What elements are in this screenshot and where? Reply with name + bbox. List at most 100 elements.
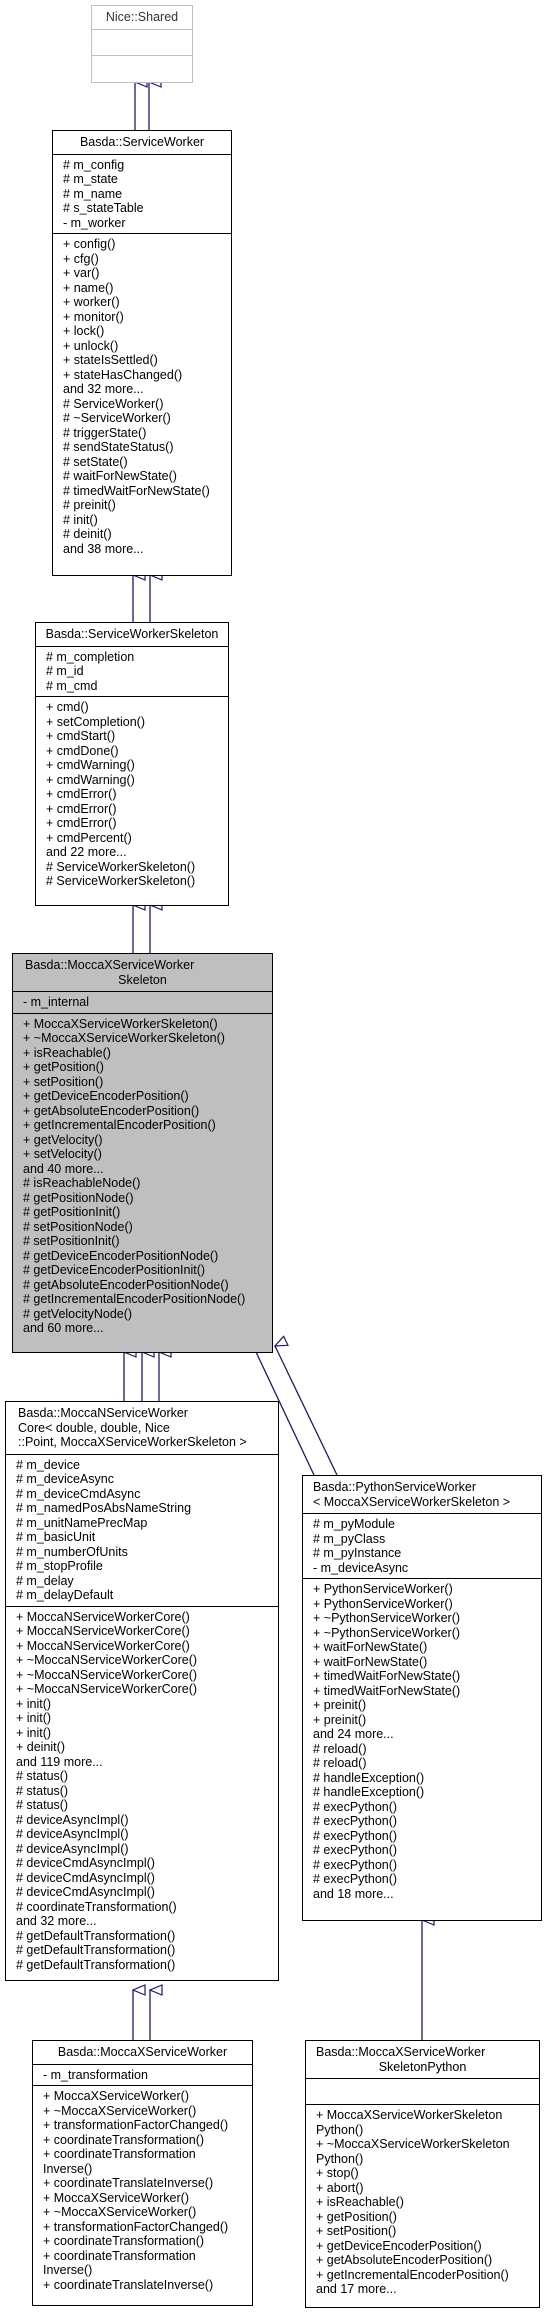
class-nice-shared[interactable]: Nice::Shared: [91, 5, 193, 83]
class-moccax-service-worker-skeleton[interactable]: Basda::MoccaXServiceWorker Skeleton - m_…: [12, 953, 273, 1353]
class-member[interactable]: + getAbsoluteEncoderPosition(): [23, 1104, 266, 1119]
class-member[interactable]: # status(): [16, 1769, 272, 1784]
class-member[interactable]: + cmdPercent(): [46, 831, 222, 846]
class-member[interactable]: + MoccaNServiceWorkerCore(): [16, 1610, 272, 1625]
class-member[interactable]: + timedWaitForNewState(): [313, 1684, 535, 1699]
class-member[interactable]: + worker(): [63, 295, 225, 310]
class-member[interactable]: # getDeviceEncoderPositionInit(): [23, 1263, 266, 1278]
class-member[interactable]: + MoccaNServiceWorkerCore(): [16, 1639, 272, 1654]
class-member[interactable]: # m_delay: [16, 1574, 272, 1589]
class-member[interactable]: + cmdWarning(): [46, 773, 222, 788]
class-member[interactable]: # m_pyClass: [313, 1532, 535, 1547]
class-member[interactable]: # m_name: [63, 187, 225, 202]
class-member[interactable]: + setPosition(): [316, 2224, 535, 2239]
class-member[interactable]: + abort(): [316, 2181, 535, 2196]
class-member[interactable]: + coordinateTranslateInverse(): [43, 2176, 248, 2191]
class-member[interactable]: # triggerState(): [63, 426, 225, 441]
class-member[interactable]: + cmd(): [46, 700, 222, 715]
class-member[interactable]: + PythonServiceWorker(): [313, 1582, 535, 1597]
class-member[interactable]: # ServiceWorkerSkeleton(): [46, 860, 222, 875]
class-member[interactable]: + ~MoccaXServiceWorker(): [43, 2205, 248, 2220]
class-member[interactable]: # execPython(): [313, 1814, 535, 1829]
class-member[interactable]: + setCompletion(): [46, 715, 222, 730]
class-service-worker-skeleton[interactable]: Basda::ServiceWorkerSkeleton # m_complet…: [35, 622, 229, 906]
class-member[interactable]: # execPython(): [313, 1843, 535, 1858]
class-member[interactable]: - m_transformation: [43, 2068, 246, 2083]
class-member[interactable]: # deviceCmdAsyncImpl(): [16, 1856, 272, 1871]
class-member[interactable]: + isReachable(): [23, 1046, 266, 1061]
class-member[interactable]: + preinit(): [313, 1713, 535, 1728]
class-member[interactable]: - m_internal: [23, 995, 266, 1010]
class-member[interactable]: + cmdError(): [46, 816, 222, 831]
class-member[interactable]: + waitForNewState(): [313, 1655, 535, 1670]
class-member[interactable]: + MoccaXServiceWorker(): [43, 2191, 248, 2206]
class-member[interactable]: + init(): [16, 1711, 272, 1726]
class-member[interactable]: + timedWaitForNewState(): [313, 1669, 535, 1684]
class-member[interactable]: # m_unitNamePrecMap: [16, 1516, 272, 1531]
class-member[interactable]: # getDefaultTransformation(): [16, 1958, 272, 1973]
class-member[interactable]: # getPositionInit(): [23, 1205, 266, 1220]
class-member[interactable]: # m_pyInstance: [313, 1546, 535, 1561]
class-member[interactable]: # m_completion: [46, 650, 222, 665]
class-member[interactable]: # deinit(): [63, 527, 225, 542]
class-member[interactable]: # setPositionNode(): [23, 1220, 266, 1235]
class-member[interactable]: # reload(): [313, 1742, 535, 1757]
class-member[interactable]: + config(): [63, 237, 225, 252]
class-member[interactable]: + setPosition(): [23, 1075, 266, 1090]
class-member[interactable]: - m_worker: [63, 216, 225, 231]
class-member[interactable]: + init(): [16, 1726, 272, 1741]
class-member[interactable]: # getDefaultTransformation(): [16, 1943, 272, 1958]
class-member[interactable]: # deviceAsyncImpl(): [16, 1813, 272, 1828]
class-member[interactable]: + ~MoccaNServiceWorkerCore(): [16, 1668, 272, 1683]
class-member[interactable]: # setPositionInit(): [23, 1234, 266, 1249]
class-member[interactable]: + getDeviceEncoderPosition(): [316, 2239, 535, 2254]
class-member[interactable]: + cmdError(): [46, 802, 222, 817]
class-member[interactable]: # m_namedPosAbsNameString: [16, 1501, 272, 1516]
class-member[interactable]: + PythonServiceWorker(): [313, 1597, 535, 1612]
class-member[interactable]: # execPython(): [313, 1858, 535, 1873]
class-member[interactable]: # m_pyModule: [313, 1517, 535, 1532]
class-member[interactable]: + stateHasChanged(): [63, 368, 225, 383]
class-member[interactable]: + ~MoccaNServiceWorkerCore(): [16, 1653, 272, 1668]
class-member[interactable]: # timedWaitForNewState(): [63, 484, 225, 499]
class-member[interactable]: # getIncrementalEncoderPositionNode(): [23, 1292, 266, 1307]
class-member[interactable]: # handleException(): [313, 1785, 535, 1800]
class-member[interactable]: + init(): [16, 1697, 272, 1712]
class-member[interactable]: + setVelocity(): [23, 1147, 266, 1162]
class-member[interactable]: + deinit(): [16, 1740, 272, 1755]
class-moccax-service-worker[interactable]: Basda::MoccaXServiceWorker - m_transform…: [32, 2040, 253, 2306]
class-member[interactable]: + transformationFactorChanged(): [43, 2220, 248, 2235]
class-member[interactable]: # m_cmd: [46, 679, 222, 694]
class-member[interactable]: + isReachable(): [316, 2195, 535, 2210]
class-member[interactable]: + getPosition(): [23, 1060, 266, 1075]
class-member[interactable]: # setState(): [63, 455, 225, 470]
class-member[interactable]: + cmdDone(): [46, 744, 222, 759]
class-member[interactable]: + var(): [63, 266, 225, 281]
class-member[interactable]: # waitForNewState(): [63, 469, 225, 484]
class-member[interactable]: + coordinateTransformation Inverse(): [43, 2249, 248, 2278]
class-member[interactable]: + getDeviceEncoderPosition(): [23, 1089, 266, 1104]
class-member[interactable]: # sendStateStatus(): [63, 440, 225, 455]
class-member[interactable]: # m_delayDefault: [16, 1588, 272, 1603]
class-member[interactable]: + MoccaXServiceWorkerSkeleton Python(): [316, 2108, 535, 2137]
class-member[interactable]: + preinit(): [313, 1698, 535, 1713]
class-member[interactable]: # execPython(): [313, 1872, 535, 1887]
class-member[interactable]: + waitForNewState(): [313, 1640, 535, 1655]
class-member[interactable]: # handleException(): [313, 1771, 535, 1786]
class-member[interactable]: # m_numberOfUnits: [16, 1545, 272, 1560]
class-member[interactable]: # execPython(): [313, 1829, 535, 1844]
class-member[interactable]: + ~MoccaXServiceWorker(): [43, 2104, 248, 2119]
class-member[interactable]: # ServiceWorker(): [63, 397, 225, 412]
class-member[interactable]: + MoccaNServiceWorkerCore(): [16, 1624, 272, 1639]
class-member[interactable]: # m_basicUnit: [16, 1530, 272, 1545]
class-member[interactable]: + coordinateTransformation(): [43, 2133, 248, 2148]
class-member[interactable]: # m_state: [63, 172, 225, 187]
class-member[interactable]: # status(): [16, 1798, 272, 1813]
class-member[interactable]: # getPositionNode(): [23, 1191, 266, 1206]
class-member[interactable]: + getIncrementalEncoderPosition(): [23, 1118, 266, 1133]
class-member[interactable]: + ~MoccaNServiceWorkerCore(): [16, 1682, 272, 1697]
class-member[interactable]: # status(): [16, 1784, 272, 1799]
class-member[interactable]: # init(): [63, 513, 225, 528]
class-member[interactable]: # isReachableNode(): [23, 1176, 266, 1191]
class-member[interactable]: - m_deviceAsync: [313, 1561, 535, 1576]
